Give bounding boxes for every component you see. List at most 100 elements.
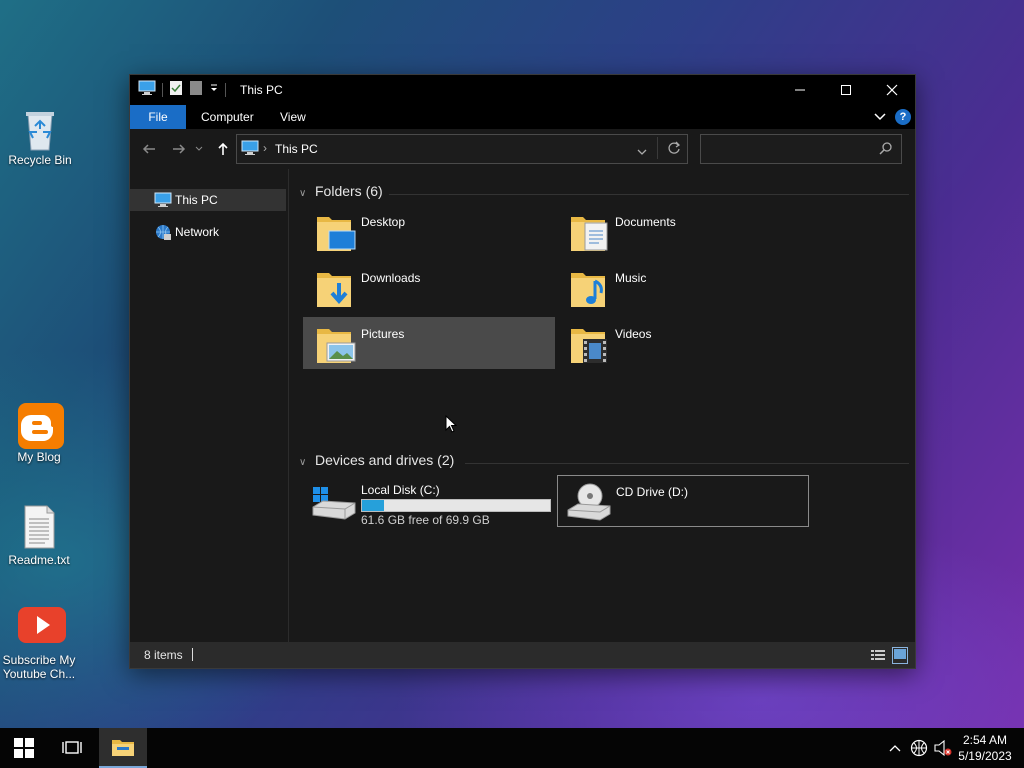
up-button[interactable] <box>213 139 233 159</box>
file-explorer-window: This PC File Computer View ? › This PC T… <box>129 74 916 669</box>
close-icon <box>886 84 898 96</box>
blogger-icon <box>17 403 64 449</box>
back-arrow-icon <box>142 144 155 154</box>
address-bar[interactable]: › This PC <box>236 134 688 164</box>
mouse-cursor-icon <box>445 414 458 438</box>
system-clock[interactable]: 2:54 AM 5/19/2023 <box>950 732 1020 764</box>
navigation-pane: This PC Network <box>130 169 289 642</box>
tab-file[interactable]: File <box>130 105 186 129</box>
documents-folder-icon <box>569 211 609 253</box>
search-box[interactable] <box>700 134 902 164</box>
folder-name: Downloads <box>361 271 421 285</box>
search-icon[interactable] <box>879 141 893 160</box>
forward-arrow-icon <box>173 144 186 154</box>
refresh-icon[interactable] <box>667 141 681 160</box>
desktop-icon-label: Readme.txt <box>8 553 70 567</box>
address-dropdown-icon[interactable] <box>637 144 647 162</box>
desktop-icon-label-line1: Subscribe My <box>2 653 76 667</box>
tab-computer[interactable]: Computer <box>187 105 268 129</box>
group-header-drives[interactable]: ∨ Devices and drives (2) <box>299 452 454 468</box>
forward-button[interactable] <box>169 139 189 159</box>
folder-name: Desktop <box>361 215 406 229</box>
desktop-folder-icon <box>315 211 356 253</box>
network-tray-button[interactable] <box>908 728 930 768</box>
new-folder-icon[interactable] <box>189 80 203 101</box>
ribbon-tabs: File Computer View ? <box>130 105 915 129</box>
recent-locations-button[interactable] <box>193 139 205 159</box>
sidebar-item-label: Network <box>175 225 220 239</box>
customize-toolbar-icon[interactable] <box>209 81 219 99</box>
group-divider <box>389 194 909 195</box>
expand-ribbon-icon[interactable] <box>874 111 886 125</box>
drive-name: CD Drive (D:) <box>616 485 688 499</box>
details-view-icon[interactable] <box>870 648 886 665</box>
item-count: 8 items <box>144 648 183 662</box>
youtube-icon <box>17 606 66 644</box>
minimize-icon <box>795 89 805 91</box>
close-button[interactable] <box>869 75 915 105</box>
tab-view[interactable]: View <box>266 105 320 129</box>
collapse-chevron-icon[interactable]: ∨ <box>299 457 309 468</box>
network-globe-icon <box>910 739 928 757</box>
folder-music[interactable]: Music <box>557 261 809 313</box>
taskbar: 2:54 AM 5/19/2023 <box>0 728 1024 768</box>
title-bar[interactable]: This PC <box>130 75 915 105</box>
breadcrumb-chevron-icon[interactable]: › <box>263 141 267 155</box>
computer-icon[interactable] <box>138 80 156 101</box>
folder-videos[interactable]: Videos <box>557 317 809 369</box>
desktop-icon-recycle-bin[interactable]: Recycle Bin <box>0 106 80 167</box>
folder-name: Pictures <box>361 327 405 341</box>
navigation-bar: › This PC <box>130 129 915 169</box>
sidebar-item-network[interactable]: Network <box>130 221 286 243</box>
folder-pictures[interactable]: Pictures <box>303 317 555 369</box>
drive-cd-d[interactable]: CD Drive (D:) <box>557 475 809 527</box>
content-pane: ∨ Folders (6) Desktop Documents Downloads <box>289 169 915 642</box>
chevron-down-icon <box>195 146 203 151</box>
show-hidden-icons-button[interactable] <box>886 728 904 768</box>
folder-documents[interactable]: Documents <box>557 205 809 257</box>
desktop-icon-label: Recycle Bin <box>8 153 72 167</box>
quick-access-toolbar <box>138 80 226 101</box>
folder-downloads[interactable]: Downloads <box>303 261 555 313</box>
text-file-icon <box>17 505 61 549</box>
properties-icon[interactable] <box>169 80 183 101</box>
help-icon[interactable]: ? <box>895 109 911 125</box>
up-arrow-icon <box>218 142 228 155</box>
local-disk-icon <box>309 481 357 526</box>
desktop-icon-youtube[interactable]: Subscribe My Youtube Ch... <box>0 606 79 681</box>
cd-drive-icon <box>564 480 612 527</box>
clock-time: 2:54 AM <box>962 733 1008 747</box>
pictures-folder-icon <box>315 323 356 365</box>
drive-usage-bar <box>361 499 551 512</box>
recycle-bin-icon <box>18 106 62 151</box>
file-explorer-icon <box>112 740 134 756</box>
drive-local-disk-c[interactable]: Local Disk (C:) 61.6 GB free of 69.9 GB <box>303 475 553 527</box>
drive-name: Local Disk (C:) <box>361 483 440 497</box>
separator <box>657 137 658 159</box>
desktop-icon-my-blog[interactable]: My Blog <box>0 403 79 464</box>
breadcrumb-this-pc[interactable]: This PC <box>275 142 318 156</box>
file-explorer-taskbar-button[interactable] <box>99 728 147 768</box>
start-button[interactable] <box>0 728 48 768</box>
clock-date: 5/19/2023 <box>958 749 1012 763</box>
large-icons-view-icon[interactable] <box>892 647 908 664</box>
desktop-icon-readme[interactable]: Readme.txt <box>0 505 79 567</box>
collapse-chevron-icon[interactable]: ∨ <box>299 188 309 199</box>
chevron-up-icon <box>889 745 901 752</box>
desktop-icon-label: My Blog <box>17 450 61 464</box>
maximize-button[interactable] <box>823 75 869 105</box>
window-title: This PC <box>240 83 283 97</box>
task-view-button[interactable] <box>48 728 96 768</box>
back-button[interactable] <box>139 139 159 159</box>
minimize-button[interactable] <box>777 75 823 105</box>
folder-desktop[interactable]: Desktop <box>303 205 555 257</box>
computer-icon <box>154 192 172 208</box>
separator <box>192 648 193 661</box>
drive-free-space: 61.6 GB free of 69.9 GB <box>361 513 490 527</box>
group-header-folders[interactable]: ∨ Folders (6) <box>299 183 383 199</box>
computer-icon <box>241 140 259 161</box>
sidebar-item-label: This PC <box>175 193 218 207</box>
search-input[interactable] <box>707 140 871 158</box>
task-view-icon <box>62 741 82 754</box>
sidebar-item-this-pc[interactable]: This PC <box>130 189 286 211</box>
